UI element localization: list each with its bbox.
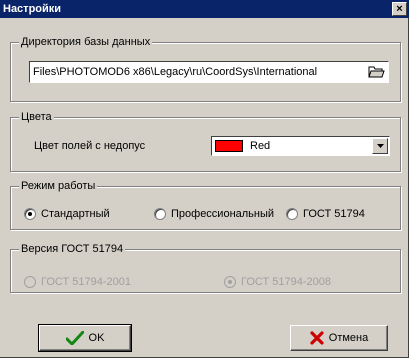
mode-gost-radio[interactable]: ГОСТ 51794 — [286, 208, 365, 220]
window-title: Настройки — [3, 3, 62, 15]
cancel-button[interactable]: Отмена — [290, 325, 388, 351]
gost-2001-radio[interactable]: ГОСТ 51794-2001 — [24, 276, 131, 288]
gost-2001-label: ГОСТ 51794-2001 — [41, 276, 131, 288]
mode-professional-radio[interactable]: Профессиональный — [154, 208, 274, 220]
mode-legend: Режим работы — [19, 180, 98, 193]
mode-professional-label: Профессиональный — [171, 208, 275, 220]
radio-indicator — [224, 276, 236, 288]
cross-icon — [310, 331, 324, 345]
mode-standard-radio[interactable]: Стандартный — [24, 208, 110, 220]
mode-gost-label: ГОСТ 51794 — [303, 208, 365, 220]
cancel-label: Отмена — [328, 332, 369, 344]
mode-standard-label: Стандартный — [41, 208, 110, 220]
db-path-value: Files\PHOTOMOD6 x86\Legacy\ru\CoordSys\I… — [33, 66, 318, 78]
gost-version-legend: Версия ГОСТ 51794 — [19, 243, 126, 256]
checkmark-icon — [65, 331, 84, 345]
folder-open-icon — [368, 66, 385, 78]
radio-indicator — [24, 208, 36, 220]
invalid-field-color-label: Цвет полей с недопус — [34, 140, 146, 152]
gost-2008-radio[interactable]: ГОСТ 51794-2008 — [224, 276, 331, 288]
radio-indicator — [286, 208, 298, 220]
db-directory-legend: Директория базы данных — [19, 36, 153, 49]
db-path-field[interactable]: Files\PHOTOMOD6 x86\Legacy\ru\CoordSys\I… — [29, 61, 389, 83]
colors-legend: Цвета — [19, 111, 54, 124]
radio-indicator — [24, 276, 36, 288]
color-select[interactable]: Red — [211, 136, 390, 156]
color-select-value: Red — [250, 140, 271, 152]
chevron-down-icon — [376, 144, 384, 148]
gost-2008-label: ГОСТ 51794-2008 — [241, 276, 331, 288]
color-select-dropdown-button[interactable] — [372, 138, 388, 154]
settings-dialog: Настройки × Директория базы данных Files… — [0, 0, 409, 358]
close-button[interactable]: × — [392, 2, 407, 16]
close-icon: × — [396, 3, 403, 15]
browse-button[interactable] — [366, 63, 387, 81]
ok-button[interactable]: OK — [38, 324, 132, 352]
color-swatch — [215, 140, 243, 152]
title-bar: Настройки × — [0, 0, 409, 18]
ok-label: OK — [88, 332, 105, 344]
radio-indicator — [154, 208, 166, 220]
